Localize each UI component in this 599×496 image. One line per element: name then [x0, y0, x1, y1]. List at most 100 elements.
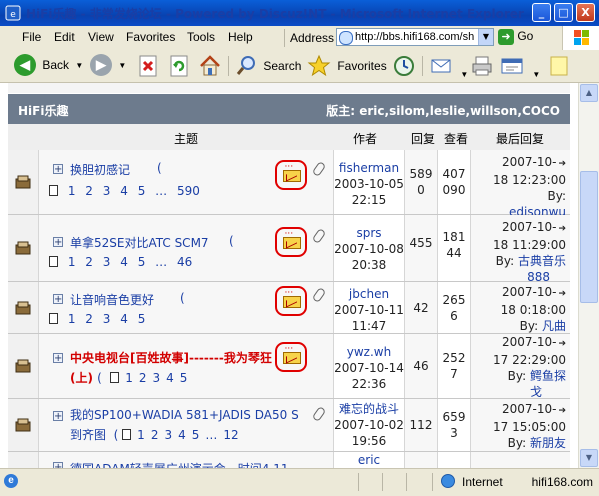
home-button[interactable] [198, 54, 222, 78]
author-link[interactable]: 难忘的战斗 [334, 401, 404, 417]
page-link[interactable]: 1 [68, 312, 76, 326]
forward-dropdown-icon[interactable]: ▼ [118, 61, 126, 70]
maximize-button[interactable]: □ [554, 3, 573, 22]
author-link[interactable]: sprs [334, 225, 404, 241]
page-link[interactable]: 4 [120, 184, 128, 198]
last-date[interactable]: 2007-10- [502, 155, 556, 169]
page-link[interactable]: 3 [153, 371, 161, 385]
new-mail-indicator[interactable]: ''' [275, 227, 307, 257]
attachment-clip-icon [311, 160, 327, 178]
page-link[interactable]: 4 [120, 312, 128, 326]
page-link[interactable]: 3 [103, 312, 111, 326]
expand-icon[interactable]: + [53, 237, 63, 248]
author-link[interactable]: fisherman [334, 160, 404, 176]
page-link[interactable]: 1 [68, 255, 76, 269]
author-link[interactable]: jbchen [334, 286, 404, 302]
last-date[interactable]: 2007-10- [502, 402, 556, 416]
favorites-button[interactable]: Favorites [307, 54, 387, 78]
thread-title[interactable]: 单拿52SE对比ATC SCM7 [70, 234, 209, 251]
goto-last-icon[interactable]: ➔ [558, 156, 566, 172]
goto-last-icon[interactable]: ➔ [558, 336, 566, 352]
page-link[interactable]: 4 [178, 428, 186, 442]
page-link[interactable]: 4 [166, 371, 174, 385]
expand-icon[interactable]: + [53, 164, 63, 175]
address-url[interactable]: http://bbs.hifi168.com/sh [355, 31, 475, 43]
last-user[interactable]: 鳄鱼探 [530, 369, 566, 383]
last-user[interactable]: 凡曲 [542, 319, 566, 333]
menu-tools[interactable]: Tools [183, 28, 219, 46]
search-button[interactable]: Search [235, 54, 301, 78]
goto-last-icon[interactable]: ➔ [558, 403, 566, 419]
address-input[interactable]: http://bbs.hifi168.com/sh ▼ [336, 28, 494, 46]
close-window-button[interactable]: X [576, 3, 595, 22]
thread-title[interactable]: 德国ADAM轻声展广州演示会，时间4.11 [70, 460, 289, 468]
forward-button[interactable]: ▶ ▼ [90, 54, 126, 78]
page-link[interactable]: 46 [177, 255, 192, 269]
goto-last-icon[interactable]: ➔ [558, 286, 566, 302]
previous-row-fragment [8, 83, 570, 93]
expand-icon[interactable]: + [53, 411, 63, 422]
stop-button[interactable] [137, 54, 159, 78]
mail-dropdown-icon[interactable]: ▼ [460, 70, 468, 79]
vertical-scrollbar[interactable]: ▲ ▼ [578, 83, 599, 468]
last-date[interactable]: 2007-10- [502, 335, 556, 349]
menu-view[interactable]: View [84, 28, 118, 46]
menu-help[interactable]: Help [224, 28, 257, 46]
page-link[interactable]: 1 [125, 371, 133, 385]
page-link[interactable]: 3 [103, 255, 111, 269]
last-user[interactable]: 古典音乐 [518, 254, 566, 268]
back-button[interactable]: ◀ Back ▼ [14, 54, 83, 78]
history-button[interactable] [392, 54, 416, 78]
page-link[interactable]: 5 [138, 184, 146, 198]
expand-icon[interactable]: + [53, 294, 63, 305]
goto-last-icon[interactable]: ➔ [558, 221, 566, 237]
author-link[interactable]: eric [334, 452, 404, 468]
thread-title[interactable]: 让音响音色更好 [70, 291, 154, 308]
menu-edit[interactable]: Edit [50, 28, 79, 46]
page-link[interactable]: 12 [223, 428, 238, 442]
print-button[interactable] [470, 54, 494, 78]
page-link[interactable]: 2 [85, 312, 93, 326]
last-user[interactable]: 新朋友 [530, 436, 566, 450]
page-link[interactable]: 1 [137, 428, 145, 442]
edit-dropdown-icon[interactable]: ▼ [532, 70, 540, 79]
expand-icon[interactable]: + [53, 353, 63, 364]
thread-title[interactable]: 中央电视台[百姓故事]-------我为琴狂(上) ( 12345 [70, 348, 310, 388]
new-mail-indicator[interactable]: ''' [275, 160, 307, 190]
author-link[interactable]: ywz.wh [334, 344, 404, 360]
menu-favorites[interactable]: Favorites [122, 28, 179, 46]
scroll-thumb[interactable] [580, 171, 598, 303]
messenger-button[interactable] [548, 54, 570, 78]
page-link[interactable]: 2 [85, 255, 93, 269]
page-link[interactable]: 2 [139, 371, 147, 385]
page-link[interactable]: 590 [177, 184, 200, 198]
page-link[interactable]: 5 [180, 371, 188, 385]
page-link[interactable]: 1 [68, 184, 76, 198]
menu-file[interactable]: File [18, 28, 45, 46]
forum-name[interactable]: HiFi乐趣 [18, 102, 68, 119]
back-dropdown-icon[interactable]: ▼ [75, 61, 83, 70]
page-link[interactable]: 5 [138, 255, 146, 269]
thread-title[interactable]: 我的SP100+WADIA 581+JADIS DA50 S到齐图 ( 1234… [70, 405, 302, 445]
new-mail-indicator[interactable]: ''' [275, 286, 307, 316]
page-link[interactable]: 5 [138, 312, 146, 326]
refresh-button[interactable] [168, 54, 190, 78]
last-date[interactable]: 2007-10- [502, 285, 556, 299]
address-dropdown-icon[interactable]: ▼ [478, 29, 493, 45]
minimize-button[interactable]: _ [532, 3, 551, 22]
thread-title[interactable]: 换胆初感记 [70, 161, 130, 178]
new-mail-indicator[interactable]: ''' [275, 342, 307, 372]
go-button[interactable]: ➜ Go [498, 29, 533, 47]
last-date[interactable]: 2007-10- [502, 220, 556, 234]
page-link[interactable]: 5 [192, 428, 200, 442]
page-link[interactable]: 3 [164, 428, 172, 442]
page-link[interactable]: 3 [103, 184, 111, 198]
last-user-cont[interactable]: 戈 [471, 384, 566, 400]
page-link[interactable]: 4 [120, 255, 128, 269]
scroll-down-icon[interactable]: ▼ [580, 449, 598, 467]
edit-button[interactable]: ▼ [500, 54, 540, 79]
page-link[interactable]: 2 [151, 428, 159, 442]
scroll-up-icon[interactable]: ▲ [580, 84, 598, 102]
mail-button[interactable]: ▼ [430, 54, 468, 79]
page-link[interactable]: 2 [85, 184, 93, 198]
